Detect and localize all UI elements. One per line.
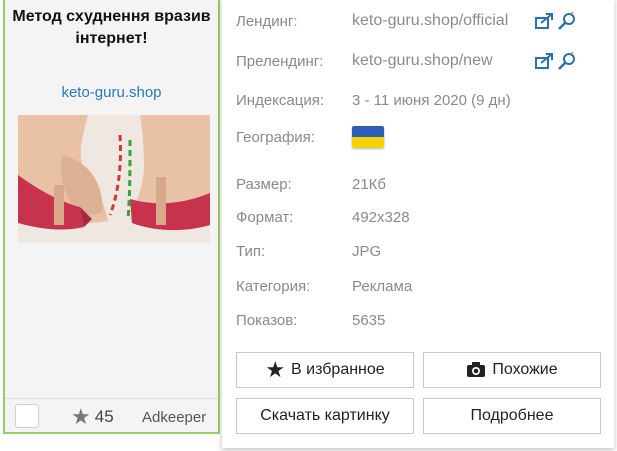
search-zoom-icon[interactable] [557,12,577,30]
star-count: 45 [94,407,114,426]
more-label: Подробнее [470,407,554,424]
ad-card[interactable]: Метод схуднення вразив інтернет! keto-gu… [3,0,220,434]
similar-label: Похожие [492,361,558,378]
download-image-button[interactable]: Скачать картинку [236,398,414,434]
type-label: Тип: [236,242,266,260]
ad-domain[interactable]: keto-guru.shop [5,84,218,101]
download-label: Скачать картинку [260,407,390,424]
landing-link[interactable]: keto-guru.shop/official [352,12,530,30]
more-details-button[interactable]: Подробнее [423,398,601,434]
format-value: 492x328 [352,208,410,226]
open-external-icon[interactable] [535,52,555,70]
details-panel: Лендинг: keto-guru.shop/official Преленд… [222,0,614,448]
indexing-value: 3 - 11 июня 2020 (9 дн) [352,91,511,109]
type-value: JPG [352,242,382,260]
select-checkbox[interactable] [15,404,39,428]
size-label: Размер: [236,175,292,193]
prelanding-link[interactable]: keto-guru.shop/new [352,52,530,70]
open-external-icon[interactable] [535,12,555,30]
prelanding-label: Прелендинг: [236,52,324,70]
ad-title: Метод схуднення вразив інтернет! [12,8,211,47]
geo-label: География: [236,128,315,146]
indexing-row: Индексация: 3 - 11 июня 2020 (9 дн) [236,90,511,110]
landing-label: Лендинг: [236,12,298,30]
geo-row: География: [236,125,384,149]
size-value: 21Кб [352,175,387,193]
ad-image-illustration [18,115,210,243]
ukraine-flag-icon [352,126,384,148]
format-row: Формат: 492x328 [236,207,410,227]
rating[interactable]: ★ 45 [71,405,114,429]
star-icon: ★ [71,404,91,429]
landing-row: Лендинг: keto-guru.shop/official [236,11,577,31]
type-row: Тип: JPG [236,241,381,261]
ad-network: Adkeeper [142,409,207,426]
ad-image[interactable] [18,115,210,243]
similar-button[interactable]: Похожие [423,352,601,388]
category-value: Реклама [352,277,413,295]
favorites-label: В избранное [291,361,385,378]
landing-actions [535,12,577,30]
category-row: Категория: Реклама [236,276,412,296]
format-label: Формат: [236,208,294,226]
prelanding-row: Прелендинг: keto-guru.shop/new [236,51,577,71]
category-label: Категория: [236,277,311,295]
impressions-label: Показов: [236,311,298,329]
camera-icon [467,362,486,377]
impressions-value: 5635 [352,311,386,329]
size-row: Размер: 21Кб [236,174,386,194]
prelanding-actions [535,52,577,70]
favorites-button[interactable]: ★ В избранное [236,352,414,388]
search-zoom-icon[interactable] [557,52,577,70]
star-icon: ★ [265,357,286,382]
indexing-label: Индексация: [236,91,324,109]
impressions-row: Показов: 5635 [236,310,385,330]
ad-footer: ★ 45 Adkeeper [5,398,218,433]
